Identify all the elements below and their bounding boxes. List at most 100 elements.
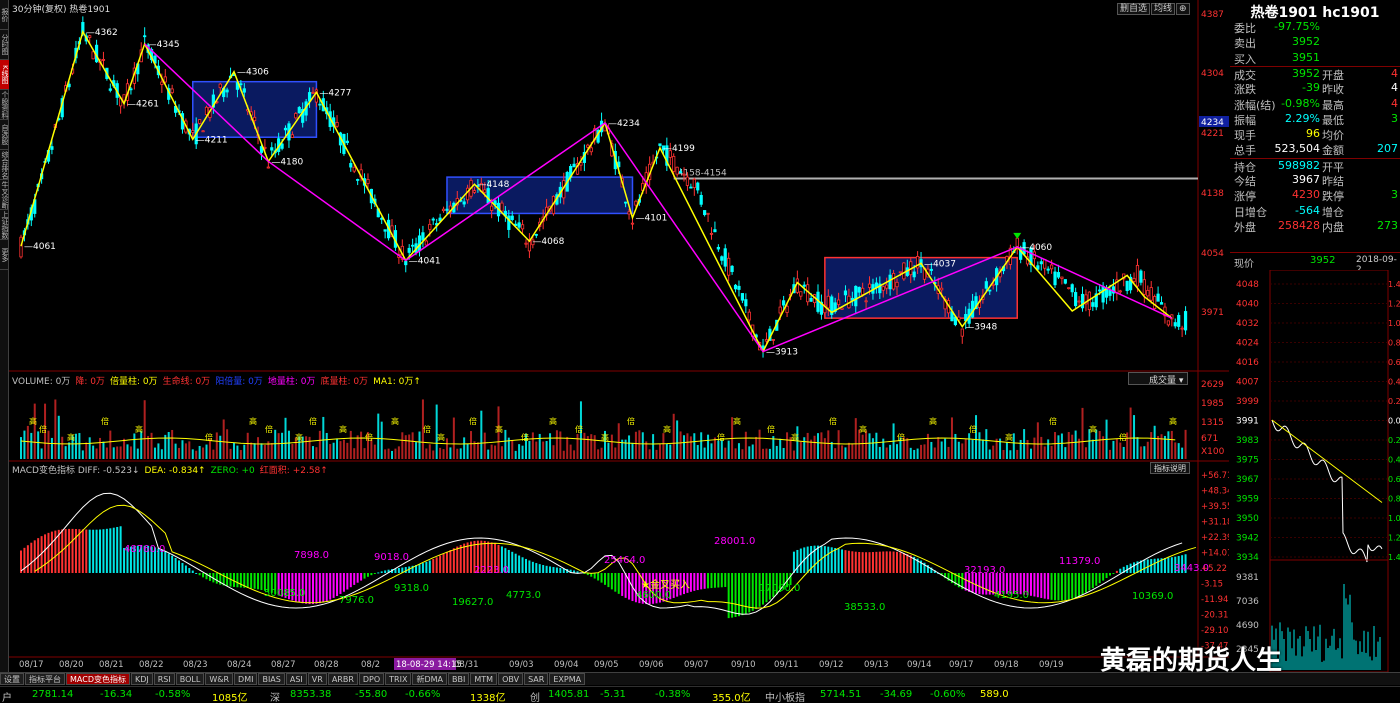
macd-histogram-bar [858, 551, 861, 573]
status-item-16: 5714.51 [820, 689, 862, 700]
quote-row: 涨幅(结) -0.98% 最高 4 [1230, 97, 1400, 112]
candle-body [675, 166, 679, 175]
volume-bar [710, 443, 713, 459]
status-item-2: -16.34 [100, 689, 133, 700]
volume-bar [823, 438, 826, 459]
toolbar-button-7[interactable]: DMI [234, 673, 258, 685]
volume-bar [150, 432, 153, 459]
candle-body [864, 300, 868, 303]
candle-body [1063, 279, 1067, 284]
volume-bar [531, 432, 534, 459]
volume-bar [607, 442, 610, 459]
date-axis-label: 08/2 [361, 660, 380, 670]
mini-axis-label: 3991 [1236, 417, 1259, 427]
quote-label-2: 金额 [1322, 144, 1344, 158]
toolbar-button-1[interactable]: 指标平台 [25, 673, 65, 685]
candle-body [1177, 315, 1181, 327]
chart-top-button-2[interactable]: ⊕ [1176, 3, 1190, 15]
candle-body [902, 262, 906, 280]
toolbar-button-19[interactable]: EXPMA [549, 673, 586, 685]
toolbar-button-12[interactable]: DPO [358, 673, 385, 685]
toolbar-button-2[interactable]: MACD变色指标 [66, 673, 130, 685]
toolbar-button-18[interactable]: SAR [524, 673, 549, 685]
candle-body [1056, 272, 1061, 278]
macd-histogram-bar [339, 573, 342, 594]
macd-area-label: 10369.0 [1132, 591, 1173, 602]
volume-bar [700, 432, 703, 459]
macd-histogram-bar [549, 566, 552, 573]
volume-bar [648, 449, 651, 459]
indicator-help-button[interactable]: 指标说明 [1150, 462, 1190, 474]
volume-bar [370, 439, 373, 459]
left-tab-2[interactable]: K线图 [0, 60, 9, 90]
volume-tag: 倍 [1119, 432, 1127, 442]
toolbar-button-9[interactable]: ASI [285, 673, 307, 685]
macd-area-label: 4195.0 [994, 590, 1029, 601]
macd-histogram-bar [459, 544, 462, 573]
left-tab-7[interactable]: 上证指数 [0, 210, 9, 240]
chart-top-button-0[interactable]: 删自选 [1117, 3, 1151, 15]
macd-histogram-bar [1047, 573, 1050, 600]
left-tab-6[interactable]: 牛叉诊断 [0, 180, 9, 210]
volume-bar [356, 435, 359, 459]
quote-label: 涨停 [1234, 190, 1256, 204]
volume-bar [153, 447, 156, 459]
mini-axis-right-label: 0.4 [1388, 378, 1400, 387]
candle-body [225, 89, 229, 93]
mini-axis-right-label: 0.8 [1388, 495, 1400, 504]
macd-histogram-bar [198, 573, 201, 576]
candle-body [723, 248, 727, 267]
candle-body [204, 106, 209, 115]
mini-axis-label: 3950 [1236, 514, 1259, 524]
left-tab-5[interactable]: 综合排名 [0, 150, 9, 180]
candle-body [239, 83, 243, 86]
toolbar-button-17[interactable]: OBV [498, 673, 524, 685]
candle-body [1132, 278, 1136, 282]
volume-bar [1112, 440, 1115, 459]
macd-histogram-bar [1112, 573, 1115, 574]
macd-histogram-bar [99, 529, 102, 573]
candle-body [586, 144, 590, 148]
volume-bar [1064, 447, 1067, 459]
left-tab-3[interactable]: 个股资料 [0, 90, 9, 120]
quote-row: 现手 96 均价 [1230, 127, 1400, 142]
toolbar-button-15[interactable]: BBI [448, 673, 470, 685]
left-tab-1[interactable]: 分时图 [0, 30, 9, 60]
macd-histogram-bar [432, 558, 435, 573]
toolbar-button-8[interactable]: BIAS [258, 673, 285, 685]
toolbar-button-6[interactable]: W&R [205, 673, 234, 685]
candle-body [441, 208, 446, 212]
toolbar-button-13[interactable]: TRIX [385, 673, 412, 685]
macd-histogram-bar [1095, 573, 1098, 586]
left-tab-4[interactable]: 自选股 [0, 120, 9, 150]
toolbar-button-0[interactable]: 设置 [0, 673, 24, 685]
volume-bar [992, 445, 995, 459]
macd-histogram-bar [181, 562, 184, 573]
quote-value: -0.98% [1281, 96, 1320, 110]
toolbar-button-4[interactable]: RSI [153, 673, 175, 685]
toolbar-button-11[interactable]: ARBR [327, 673, 358, 685]
volume-bar [432, 450, 435, 459]
toolbar-button-10[interactable]: VR [307, 673, 327, 685]
macd-histogram-bar [1098, 573, 1101, 584]
macd-axis-label: +48.34 [1201, 487, 1229, 497]
volume-dropdown[interactable]: 成交量 ▾ [1128, 372, 1188, 386]
volume-bar [494, 445, 497, 459]
chart-top-button-1[interactable]: 均线 [1151, 3, 1176, 15]
macd-axis-label: +14.01 [1201, 549, 1229, 559]
left-tab-0[interactable]: 报价 [0, 0, 9, 30]
swing-label: —4345 [148, 40, 180, 50]
volume-bar [1005, 441, 1008, 459]
level-line-label: 4158-4154 [678, 169, 727, 179]
quote-value: 523,504 [1274, 142, 1321, 156]
candle-body [266, 166, 270, 169]
left-tab-8[interactable]: 更多 [0, 240, 9, 270]
macd-histogram-bar [250, 573, 253, 589]
toolbar-button-3[interactable]: KDJ [130, 673, 153, 685]
toolbar-button-5[interactable]: BOLL [175, 673, 205, 685]
toolbar-button-16[interactable]: MTM [470, 673, 498, 685]
mini-axis-label: 4048 [1236, 280, 1259, 290]
volume-bar [775, 445, 778, 459]
toolbar-button-14[interactable]: 新DMA [412, 673, 448, 685]
volume-bar [305, 436, 308, 459]
